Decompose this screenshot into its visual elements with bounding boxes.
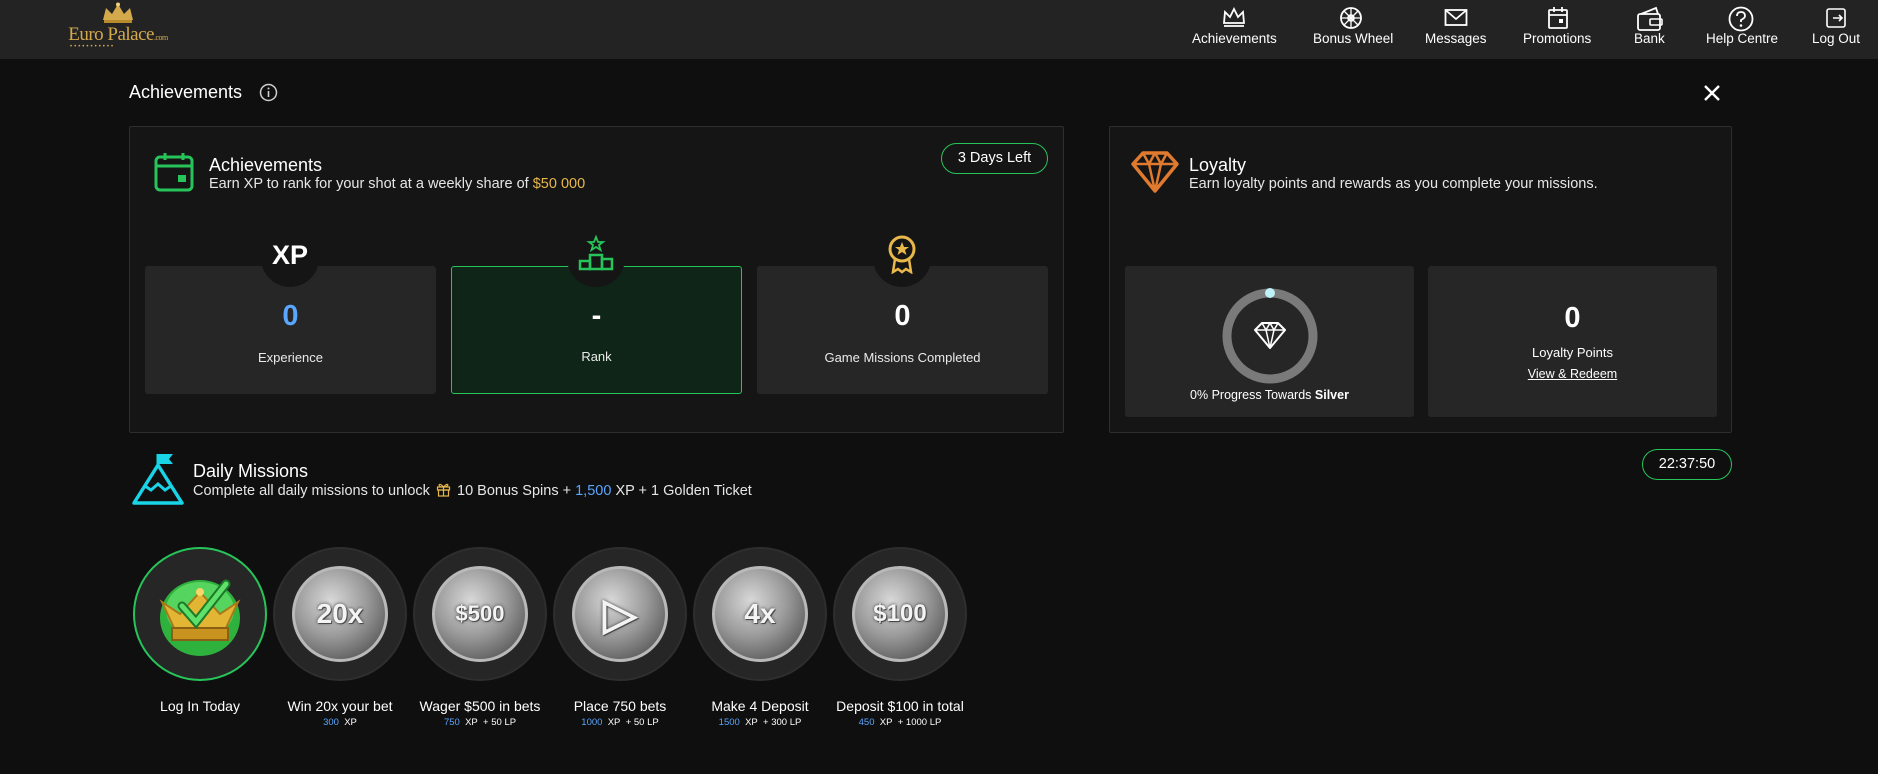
mission-20x-icon: 20x xyxy=(292,566,388,662)
daily-timer: 22:37:50 xyxy=(1642,449,1732,480)
crown-icon xyxy=(1223,6,1245,27)
mission-wager-icon: $500 xyxy=(432,566,528,662)
nav-log-out[interactable]: Log Out xyxy=(1812,0,1860,59)
mission-reward: 450 XP + 1000 LP xyxy=(858,717,942,728)
daily-missions-subtitle: Complete all daily missions to unlock 10… xyxy=(193,483,752,499)
rank-label: Rank xyxy=(581,349,612,364)
medal-icon xyxy=(888,235,916,274)
calendar-icon xyxy=(1548,7,1568,29)
nav-promotions-label: Promotions xyxy=(1523,31,1592,46)
nav-help-centre[interactable]: Help Centre xyxy=(1706,0,1779,59)
page-title: Achievements xyxy=(129,82,243,102)
experience-label: Experience xyxy=(257,350,324,365)
diamond-small-icon xyxy=(1254,321,1286,349)
close-icon[interactable] xyxy=(1702,83,1722,103)
loyalty-subtitle: Earn loyalty points and rewards as you c… xyxy=(1189,176,1598,192)
wheel-icon xyxy=(1340,7,1362,29)
top-bar: Euro Palace.com ••••••••••• Achievements… xyxy=(0,0,1878,59)
loyalty-progress-text: 0% Progress Towards Silver xyxy=(1190,388,1349,402)
mission-deposit-100-icon: $100 xyxy=(852,566,948,662)
mission-circle: $100 xyxy=(833,547,967,681)
nav-help-centre-label: Help Centre xyxy=(1706,31,1779,46)
mission-circle: 4x xyxy=(693,547,827,681)
mission-play-icon: ▷ xyxy=(572,566,668,662)
achievements-title: Achievements xyxy=(209,155,323,175)
logout-icon xyxy=(1826,8,1846,28)
nav-bonus-wheel-label: Bonus Wheel xyxy=(1313,31,1394,46)
loyalty-points-value: 0 xyxy=(1564,302,1581,334)
info-icon[interactable] xyxy=(259,83,278,102)
crown-logo-icon xyxy=(103,2,133,23)
mission-deposit-4x-icon: 4x xyxy=(712,566,808,662)
missions-completed-value: 0 xyxy=(894,300,911,332)
mission-circle: ▷ xyxy=(553,547,687,681)
rank-value: - xyxy=(591,300,602,332)
nav-messages-label: Messages xyxy=(1425,31,1487,46)
days-left-badge: 3 Days Left xyxy=(941,143,1048,174)
mission-label: Deposit $100 in total xyxy=(836,698,964,714)
envelope-icon xyxy=(1444,9,1468,26)
nav-bonus-wheel[interactable]: Bonus Wheel xyxy=(1311,0,1394,59)
xp-badge-text: XP xyxy=(271,240,309,270)
brand-logo[interactable]: Euro Palace.com ••••••••••• xyxy=(66,2,170,52)
loyalty-points-label: Loyalty Points xyxy=(1532,345,1613,360)
mountain-flag-icon xyxy=(132,454,184,505)
nav-log-out-label: Log Out xyxy=(1812,31,1861,46)
crown-check-icon xyxy=(159,579,241,656)
mission-circle: 20x xyxy=(273,547,407,681)
experience-value: 0 xyxy=(282,300,299,332)
brand-dots: ••••••••••• xyxy=(70,44,116,50)
loyalty-points-card xyxy=(1428,266,1717,417)
nav-messages[interactable]: Messages xyxy=(1425,0,1487,59)
nav-promotions[interactable]: Promotions xyxy=(1522,0,1594,59)
mission-circle: $500 xyxy=(413,547,547,681)
progress-ring-track xyxy=(1222,288,1318,384)
nav-bank-label: Bank xyxy=(1634,31,1665,46)
daily-missions-title: Daily Missions xyxy=(193,461,309,481)
progress-ring-marker xyxy=(1265,288,1275,298)
diamond-icon xyxy=(1131,151,1179,193)
mission-circle xyxy=(133,547,267,681)
nav-achievements-label: Achievements xyxy=(1192,31,1277,46)
question-icon xyxy=(1728,6,1754,32)
progress-ring xyxy=(1222,288,1318,384)
podium-icon xyxy=(578,235,614,271)
achievements-subtitle: Earn XP to rank for your shot at a weekl… xyxy=(209,176,586,192)
nav-bank[interactable]: Bank xyxy=(1633,0,1665,59)
wallet-icon xyxy=(1637,6,1663,31)
nav-achievements[interactable]: Achievements xyxy=(1192,0,1277,59)
missions-completed-label: Game Missions Completed xyxy=(824,350,981,365)
brand-name: Euro Palace.com xyxy=(68,24,168,45)
gift-icon xyxy=(436,483,451,497)
loyalty-title: Loyalty xyxy=(1189,155,1247,175)
view-redeem-link[interactable]: View & Redeem xyxy=(1528,367,1617,381)
calendar-check-icon xyxy=(154,153,194,192)
